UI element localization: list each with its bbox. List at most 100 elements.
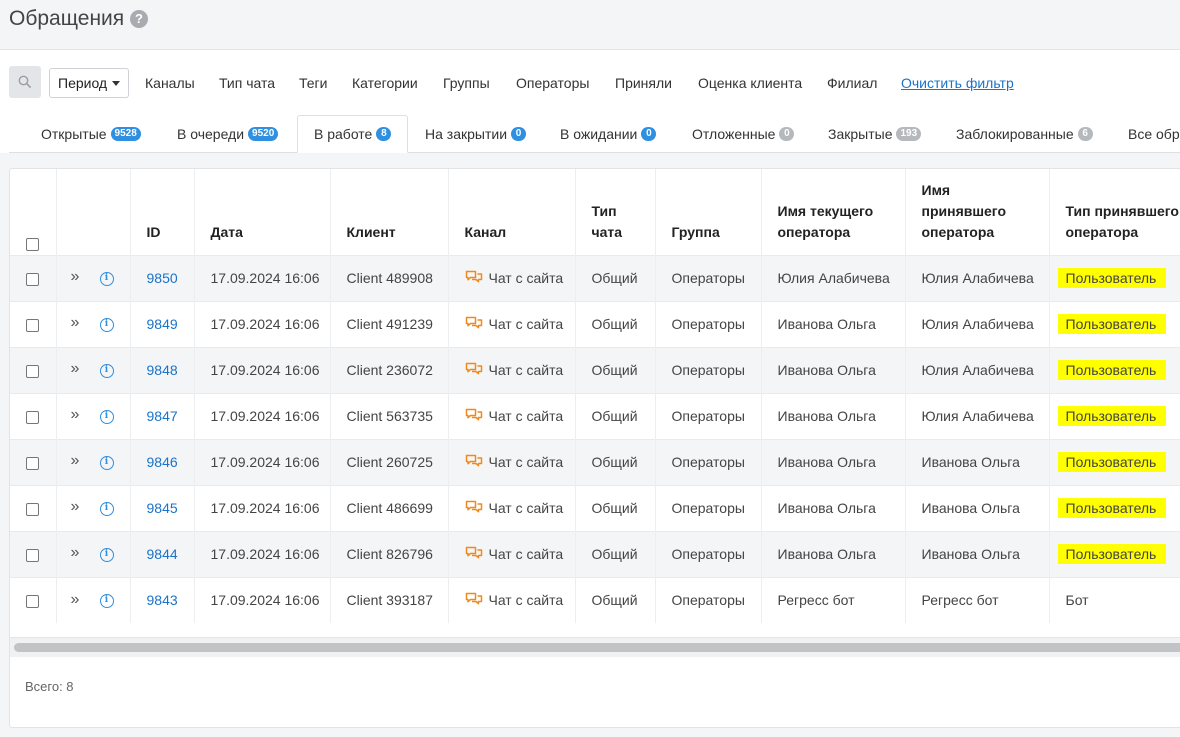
row-accepted-operator: Иванова Ольга — [905, 439, 1050, 485]
clear-filter-link[interactable]: Очистить фильтр — [901, 75, 1014, 91]
row-checkbox[interactable] — [26, 272, 39, 286]
info-icon[interactable]: i — [99, 547, 114, 562]
row-id-cell: 9847 — [130, 393, 195, 439]
request-id-link[interactable]: 9843 — [147, 592, 178, 608]
header-accepted-operator[interactable]: Имя принявшего оператора — [905, 169, 1050, 255]
tab-queue[interactable]: В очереди 9520 — [177, 126, 279, 142]
request-id-link[interactable]: 9848 — [147, 362, 178, 378]
row-group: Операторы — [655, 255, 762, 301]
row-accepted-type: Пользователь — [1057, 544, 1167, 564]
row-accepted-type-cell: Пользователь — [1049, 393, 1180, 439]
period-dropdown[interactable]: Период — [49, 68, 129, 98]
expand-icon[interactable]: » — [71, 591, 89, 609]
info-icon[interactable]: i — [99, 594, 114, 609]
row-checkbox[interactable] — [26, 548, 39, 562]
filter-operators[interactable]: Операторы — [516, 75, 589, 91]
row-chat-type: Общий — [575, 301, 656, 347]
request-id-link[interactable]: 9847 — [147, 408, 178, 424]
row-actions-cell: » i — [56, 577, 131, 623]
request-id-link[interactable]: 9849 — [147, 316, 178, 332]
table-row[interactable]: » i 9846 17.09.2024 16:06 Client 260725 Ч… — [10, 439, 1180, 485]
horizontal-scrollbar[interactable] — [10, 637, 1180, 657]
row-accepted-type-cell: Пользователь — [1049, 485, 1180, 531]
filter-client-rating[interactable]: Оценка клиента — [698, 75, 802, 91]
help-icon[interactable]: ? — [130, 10, 148, 28]
tab-open[interactable]: Открытые 9528 — [41, 126, 141, 142]
table-row[interactable]: » i 9848 17.09.2024 16:06 Client 236072 Ч… — [10, 347, 1180, 393]
search-button[interactable] — [9, 66, 41, 98]
table-row[interactable]: » i 9847 17.09.2024 16:06 Client 563735 Ч… — [10, 393, 1180, 439]
filter-chat-type[interactable]: Тип чата — [219, 75, 275, 91]
row-id-cell: 9849 — [130, 301, 195, 347]
header-accepted-type[interactable]: Тип принявшего оператора — [1049, 169, 1180, 255]
row-id-cell: 9845 — [130, 485, 195, 531]
row-current-operator: Иванова Ольга — [761, 301, 906, 347]
row-checkbox[interactable] — [26, 364, 39, 378]
expand-icon[interactable]: » — [71, 498, 89, 516]
info-icon[interactable]: i — [99, 317, 114, 332]
request-id-link[interactable]: 9845 — [147, 500, 178, 516]
table-row[interactable]: » i 9850 17.09.2024 16:06 Client 489908 Ч… — [10, 255, 1180, 301]
row-checkbox[interactable] — [26, 595, 39, 609]
expand-icon[interactable]: » — [71, 268, 89, 286]
header-date[interactable]: Дата — [194, 169, 331, 255]
row-chat-type: Общий — [575, 577, 656, 623]
row-chat-type: Общий — [575, 485, 656, 531]
expand-icon[interactable]: » — [71, 544, 89, 562]
header-id[interactable]: ID — [130, 169, 195, 255]
tab-closed[interactable]: Закрытые 193 — [828, 126, 922, 142]
request-id-link[interactable]: 9846 — [147, 454, 178, 470]
expand-icon[interactable]: » — [71, 314, 89, 332]
filter-branch[interactable]: Филиал — [827, 75, 877, 91]
filter-groups[interactable]: Группы — [443, 75, 490, 91]
row-actions-cell: » i — [56, 485, 131, 531]
table-row[interactable]: » i 9849 17.09.2024 16:06 Client 491239 Ч… — [10, 301, 1180, 347]
header-channel[interactable]: Канал — [448, 169, 576, 255]
info-icon[interactable]: i — [99, 409, 114, 424]
filter-tags[interactable]: Теги — [299, 75, 327, 91]
tab-closing[interactable]: На закрытии 0 — [425, 126, 527, 142]
expand-icon[interactable]: » — [71, 452, 89, 470]
select-all-checkbox[interactable] — [26, 238, 39, 252]
row-checkbox[interactable] — [26, 410, 39, 424]
info-icon[interactable]: i — [99, 363, 114, 378]
tab-blocked[interactable]: Заблокированные 6 — [956, 126, 1093, 142]
filter-channels[interactable]: Каналы — [145, 75, 195, 91]
row-actions-cell: » i — [56, 531, 131, 577]
tab-waiting[interactable]: В ожидании 0 — [560, 126, 657, 142]
filter-accepted[interactable]: Приняли — [615, 75, 672, 91]
table-row[interactable]: » i 9845 17.09.2024 16:06 Client 486699 Ч… — [10, 485, 1180, 531]
tab-in-work[interactable]: В работе 8 — [297, 115, 409, 153]
filter-categories[interactable]: Категории — [352, 75, 418, 91]
row-id-cell: 9844 — [130, 531, 195, 577]
info-icon[interactable]: i — [99, 271, 114, 286]
table-row[interactable]: » i 9844 17.09.2024 16:06 Client 826796 Ч… — [10, 531, 1180, 577]
row-group: Операторы — [655, 301, 762, 347]
header-chat-type[interactable]: Тип чата — [575, 169, 656, 255]
filter-bar: Период Каналы Тип чата Теги Категории Гр… — [0, 50, 1180, 115]
header-current-operator[interactable]: Имя текущего оператора — [761, 169, 906, 255]
row-channel: Чат с сайта — [488, 500, 564, 516]
chat-icon — [465, 546, 482, 559]
request-id-link[interactable]: 9850 — [147, 270, 178, 286]
row-checkbox[interactable] — [26, 318, 39, 332]
total-count: Всего: 8 — [25, 679, 74, 694]
request-id-link[interactable]: 9844 — [147, 546, 178, 562]
info-icon[interactable]: i — [99, 455, 114, 470]
row-client: Client 393187 — [330, 577, 449, 623]
expand-icon[interactable]: » — [71, 406, 89, 424]
row-accepted-operator: Регресс бот — [905, 577, 1050, 623]
tab-postponed[interactable]: Отложенные 0 — [692, 126, 795, 142]
scrollbar-thumb[interactable] — [14, 643, 1180, 652]
table-row[interactable]: » i 9843 17.09.2024 16:06 Client 393187 Ч… — [10, 577, 1180, 623]
header-client[interactable]: Клиент — [330, 169, 449, 255]
expand-icon[interactable]: » — [71, 360, 89, 378]
row-chat-type: Общий — [575, 255, 656, 301]
row-checkbox[interactable] — [26, 502, 39, 516]
header-group[interactable]: Группа — [655, 169, 762, 255]
info-icon[interactable]: i — [99, 501, 114, 516]
row-checkbox[interactable] — [26, 456, 39, 470]
row-accepted-type: Пользователь — [1057, 268, 1167, 288]
tab-count-badge: 6 — [1077, 127, 1093, 141]
tab-all[interactable]: Все обра — [1128, 126, 1180, 142]
